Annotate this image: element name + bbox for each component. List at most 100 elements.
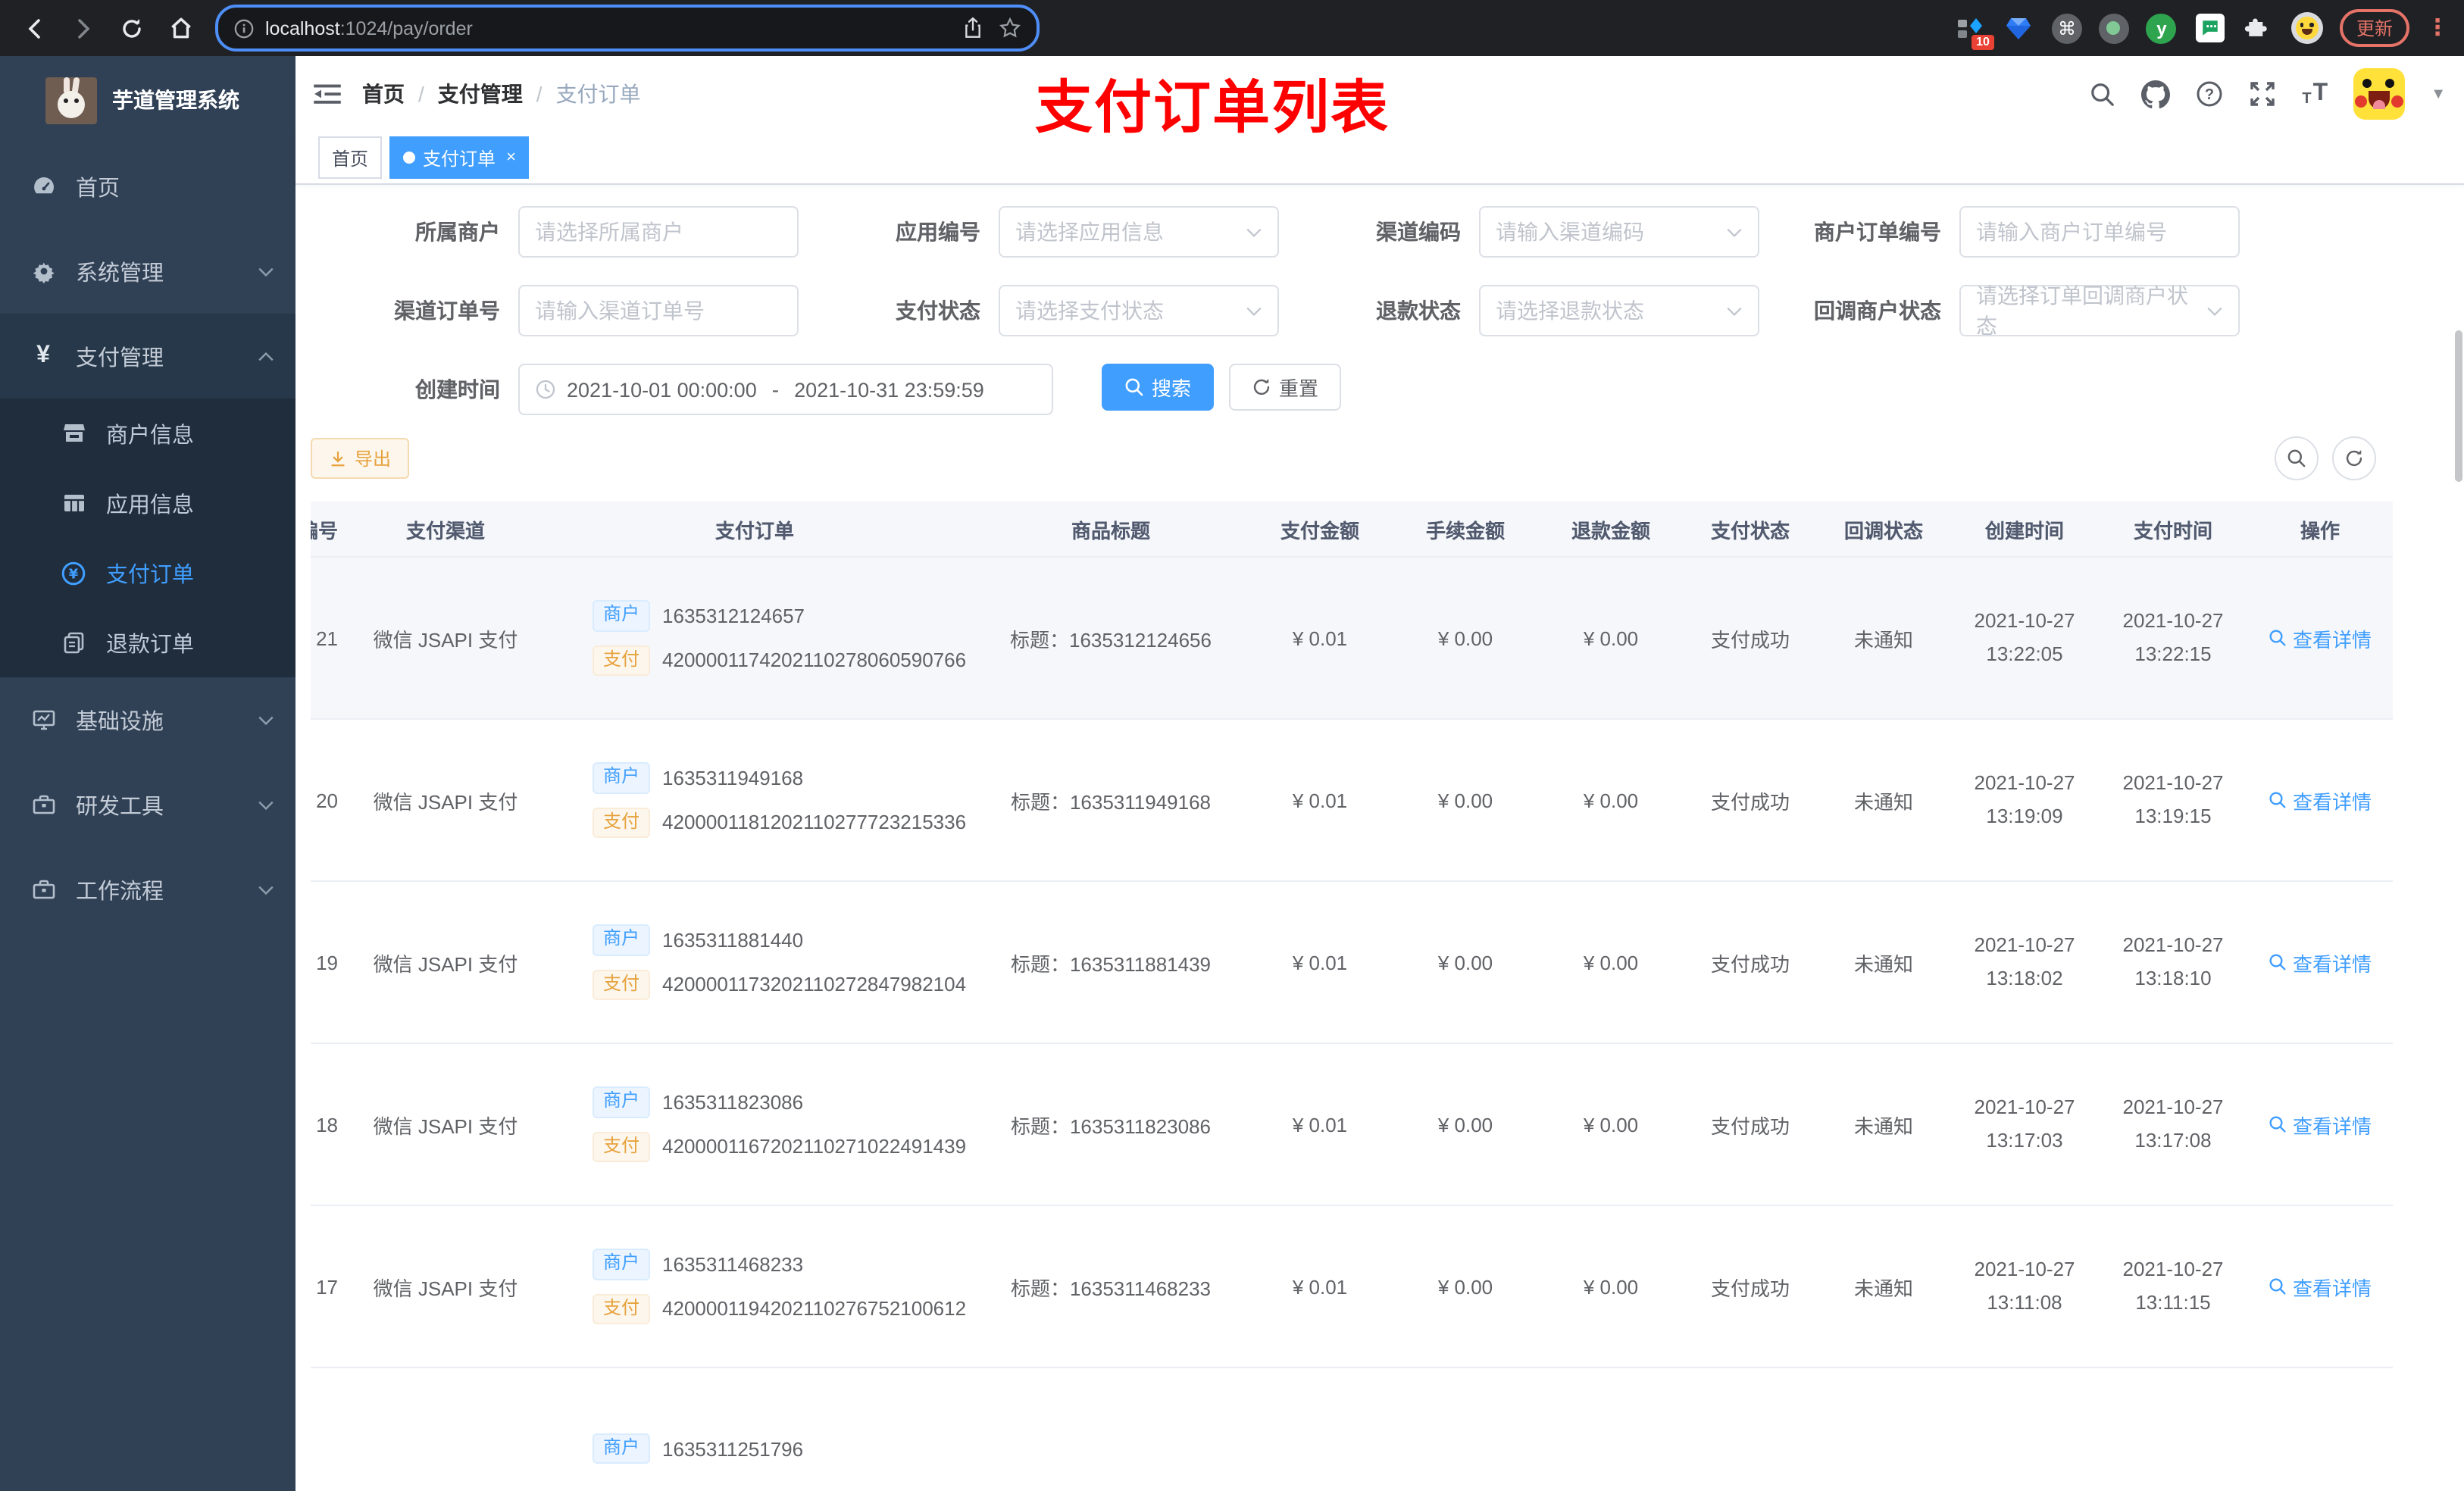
orders-table: 编号 支付渠道 支付订单 商品标题 支付金额 手续金额 退款金额 支付状态 回调… — [311, 502, 2449, 1491]
logo-image — [45, 77, 97, 123]
merchant-tag: 商户 — [593, 761, 651, 793]
sidebar-item-system[interactable]: 系统管理 — [0, 229, 295, 314]
shop-icon — [61, 421, 86, 445]
sidebar-item-label: 研发工具 — [76, 795, 164, 819]
notify-status-select[interactable]: 请选择订单回调商户状态 — [1959, 283, 2240, 338]
grid-icon — [61, 491, 86, 515]
col-amount: 支付金额 — [1247, 502, 1393, 558]
reload-icon[interactable] — [112, 8, 152, 48]
dashboard-icon — [30, 174, 56, 198]
search-icon[interactable] — [2090, 81, 2115, 107]
sidebar-item-pay-order[interactable]: ¥ 支付订单 — [0, 538, 295, 608]
table-row-partial: 商户 1635311251796 — [311, 1368, 2393, 1491]
page-content: 所属商户 应用编号 请选择应用信息 渠道编码 — [295, 185, 2464, 1491]
col-fee: 手续金额 — [1393, 502, 1538, 558]
scrollbar-thumb[interactable] — [2455, 330, 2462, 482]
sidebar-item-app-info[interactable]: 应用信息 — [0, 468, 295, 538]
field-label: 支付状态 — [896, 299, 980, 323]
merchant-order-no-input[interactable] — [1959, 206, 2240, 258]
breadcrumb-pay-mgmt[interactable]: 支付管理 — [438, 79, 523, 109]
sidebar-item-workflow[interactable]: 工作流程 — [0, 847, 295, 932]
table-row: 19 微信 JSAPI 支付 商户 1635311881440 支付 4200001… — [311, 881, 2393, 1044]
sidebar-item-label: 应用信息 — [106, 493, 194, 517]
sidebar-item-home[interactable]: 首页 — [0, 144, 295, 229]
search-icon — [2269, 1278, 2286, 1295]
search-button[interactable]: 搜索 — [1102, 364, 1215, 411]
share-icon[interactable] — [962, 17, 983, 39]
channel-code-select[interactable]: 请输入渠道编码 — [1479, 206, 1759, 258]
field-label: 渠道订单号 — [394, 299, 500, 323]
filter-form: 所属商户 应用编号 请选择应用信息 渠道编码 — [349, 206, 2449, 415]
sidebar-item-dev-tools[interactable]: 研发工具 — [0, 762, 295, 847]
recorder-extension-icon[interactable] — [2098, 13, 2129, 43]
chevron-down-icon — [258, 799, 274, 810]
merchant-input[interactable] — [518, 206, 799, 258]
sidebar-item-payment[interactable]: ¥ 支付管理 — [0, 314, 295, 399]
browser-menu-icon[interactable]: ⋮ — [2426, 17, 2449, 39]
tabs-extension-icon[interactable]: 10 — [1955, 12, 1994, 50]
sidebar-item-refund-order[interactable]: 退款订单 — [0, 608, 295, 677]
sidebar-item-merchant-info[interactable]: 商户信息 — [0, 399, 295, 468]
help-icon[interactable]: ? — [2196, 80, 2223, 108]
logo-row[interactable]: 芋道管理系统 — [0, 56, 295, 144]
close-icon[interactable]: × — [506, 148, 516, 167]
reset-button[interactable]: 重置 — [1229, 364, 1342, 411]
update-button[interactable]: 更新 — [2339, 9, 2409, 47]
gear-icon — [30, 259, 56, 283]
view-detail-link[interactable]: 查看详情 — [2269, 948, 2372, 977]
chevron-down-icon — [1726, 227, 1743, 237]
sidebar-item-label: 基础设施 — [76, 710, 164, 734]
view-detail-link[interactable]: 查看详情 — [2269, 786, 2372, 814]
chevron-up-icon — [258, 351, 274, 361]
home-icon[interactable] — [161, 8, 200, 48]
pay-tag: 支付 — [593, 1131, 651, 1163]
view-detail-link[interactable]: 查看详情 — [2269, 1110, 2372, 1139]
export-button[interactable]: 导出 — [311, 438, 410, 479]
caret-down-icon[interactable]: ▼ — [2431, 86, 2446, 102]
sidebar-item-infra[interactable]: 基础设施 — [0, 677, 295, 762]
url-bar[interactable]: localhost:1024/pay/order — [215, 5, 1040, 52]
sidebar-item-label: 退款订单 — [106, 633, 194, 657]
y-extension-icon[interactable]: y — [2146, 12, 2178, 44]
collapse-sidebar-icon[interactable] — [314, 82, 341, 106]
url-text[interactable]: localhost:1024/pay/order — [265, 17, 473, 39]
bookmark-star-icon[interactable] — [999, 17, 1021, 39]
channel-order-no-input[interactable] — [518, 285, 799, 336]
extensions-area: 10 ⌘ y 更新 ⋮ — [1955, 9, 2449, 50]
tab-label: 首页 — [332, 148, 369, 169]
view-detail-link[interactable]: 查看详情 — [2269, 624, 2372, 652]
back-icon[interactable] — [15, 8, 55, 48]
pay-order-icon: ¥ — [61, 560, 86, 586]
search-icon — [1125, 378, 1143, 396]
emoji-profile-icon[interactable] — [2290, 12, 2323, 44]
navbar: 首页 / 支付管理 / 支付订单 支付订单列表 ? T T ▼ — [295, 56, 2464, 141]
tab-pay-order[interactable]: 支付订单 × — [389, 136, 530, 179]
tab-label: 支付订单 — [423, 148, 496, 169]
app-select[interactable]: 请选择应用信息 — [999, 206, 1279, 258]
view-detail-link[interactable]: 查看详情 — [2269, 1272, 2372, 1301]
range-start: 2021-10-01 00:00:00 — [567, 378, 757, 401]
sketch-extension-icon[interactable] — [2003, 12, 2035, 44]
annotation-title: 支付订单列表 — [1035, 77, 1390, 141]
forward-icon[interactable] — [64, 8, 103, 48]
pay-status-select[interactable]: 请选择支付状态 — [999, 285, 1279, 336]
show-search-button[interactable] — [2275, 436, 2319, 480]
puzzle-extensions-icon[interactable] — [2243, 12, 2275, 44]
refund-status-select[interactable]: 请选择退款状态 — [1479, 285, 1759, 336]
refresh-table-button[interactable] — [2332, 436, 2376, 480]
breadcrumb-home[interactable]: 首页 — [362, 79, 405, 109]
fullscreen-icon[interactable] — [2249, 80, 2276, 108]
avatar[interactable] — [2353, 68, 2406, 120]
github-icon[interactable] — [2141, 80, 2171, 108]
table-row: 18 微信 JSAPI 支付 商户 1635311823086 支付 4200001… — [311, 1043, 2393, 1206]
sidebar: 芋道管理系统 首页 系统管理 ¥ 支付管理 商户信息 应用信息 ¥ 支付订单 退… — [0, 56, 295, 1491]
command-extension-icon[interactable]: ⌘ — [2051, 13, 2082, 43]
chat-extension-icon[interactable] — [2194, 12, 2226, 44]
font-size-icon[interactable]: TT — [2302, 80, 2328, 108]
col-pay-order: 支付订单 — [535, 502, 974, 558]
create-time-range-picker[interactable]: 2021-10-01 00:00:00 - 2021-10-31 23:59:5… — [518, 364, 1053, 415]
merchant-tag: 商户 — [593, 599, 651, 631]
tab-home[interactable]: 首页 — [318, 136, 383, 179]
sidebar-item-label: 商户信息 — [106, 424, 194, 448]
monitor-chart-icon — [30, 708, 56, 732]
